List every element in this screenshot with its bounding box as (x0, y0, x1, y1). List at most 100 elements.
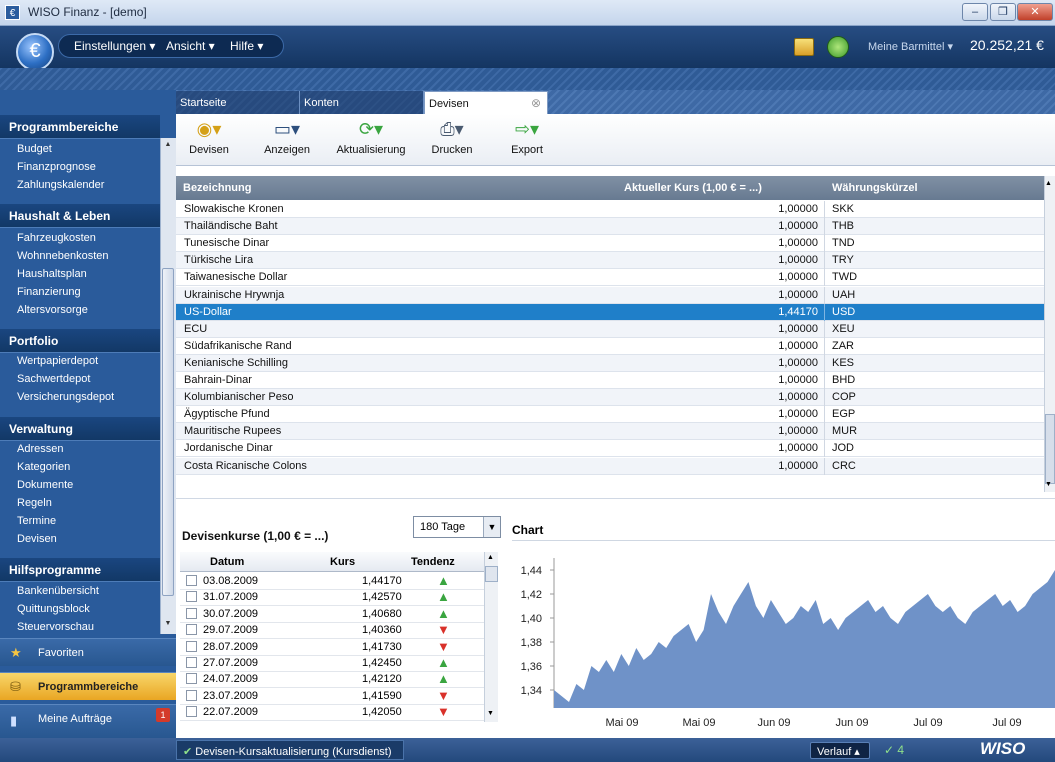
scroll-down-icon[interactable]: ▼ (162, 620, 174, 627)
minimize-button[interactable]: – (962, 3, 988, 21)
grid-row[interactable]: US-Dollar 1,44170 USD (176, 303, 1044, 321)
nav-meine-auftraege[interactable]: ▮ Meine Aufträge (0, 704, 176, 738)
sidebar-item-wohnnebenkosten[interactable]: Wohnnebenkosten (17, 250, 109, 262)
app-logo-icon[interactable]: € (16, 33, 54, 71)
sidebar-item-budget[interactable]: Budget (17, 143, 52, 155)
scroll-up-icon[interactable]: ▲ (162, 141, 174, 148)
history-row[interactable]: 23.07.2009 1,41590 ▼ (180, 689, 484, 705)
grid-scroll-down-icon[interactable]: ▼ (1045, 481, 1052, 488)
history-scroll-thumb[interactable] (485, 566, 498, 582)
grid-row[interactable]: Costa Ricanische Colons 1,00000 CRC (176, 457, 1044, 475)
barmittel-dropdown[interactable]: Meine Barmittel ▾ (868, 40, 953, 53)
row-checkbox[interactable] (186, 673, 197, 685)
grid-row[interactable]: Tunesische Dinar 1,00000 TND (176, 235, 1044, 253)
grid-row[interactable]: Bahrain-Dinar 1,00000 BHD (176, 372, 1044, 389)
wallet-icon[interactable] (794, 38, 814, 56)
history-row[interactable]: 27.07.2009 1,42450 ▲ (180, 656, 484, 672)
history-scroll-down-icon[interactable]: ▼ (487, 710, 494, 717)
sidebar-item-dokumente[interactable]: Dokumente (17, 479, 73, 491)
sidebar-item-steuervorschau[interactable]: Steuervorschau (17, 621, 94, 633)
grid-row[interactable]: Slowakische Kronen 1,00000 SKK (176, 201, 1044, 218)
menu-hilfe[interactable]: Hilfe ▾ (230, 39, 263, 53)
row-checkbox[interactable] (186, 640, 197, 652)
row-checkbox[interactable] (186, 657, 197, 668)
sidebar-item-quittungsblock[interactable]: Quittungsblock (17, 603, 90, 615)
sidebar-item-sachwertdepot[interactable]: Sachwertdepot (17, 373, 90, 385)
sidebar-item-adressen[interactable]: Adressen (17, 443, 63, 455)
nav-programmbereiche[interactable]: ⛁ Programmbereiche (0, 672, 176, 700)
row-checkbox[interactable] (186, 607, 197, 619)
sidebar-head-haushalt[interactable]: Haushalt & Leben (0, 204, 160, 228)
row-checkbox[interactable] (186, 689, 197, 701)
grid-row[interactable]: Kenianische Schilling 1,00000 KES (176, 354, 1044, 372)
sidebar-item-bankenuebersicht[interactable]: Bankenübersicht (17, 585, 99, 597)
row-checkbox[interactable] (186, 624, 197, 636)
restore-button[interactable]: ❐ (990, 3, 1016, 21)
grid-row[interactable]: Kolumbianischer Peso 1,00000 COP (176, 389, 1044, 407)
grid-row[interactable]: Mauritische Rupees 1,00000 MUR (176, 423, 1044, 441)
col-bezeichnung[interactable]: Bezeichnung (183, 182, 251, 194)
verlauf-button[interactable]: Verlauf ▴ (810, 742, 870, 759)
sidebar-item-haushaltsplan[interactable]: Haushaltsplan (17, 268, 87, 280)
grid-row[interactable]: Thailändische Baht 1,00000 THB (176, 218, 1044, 236)
devisen-button[interactable]: ◉▾ Devisen (186, 116, 232, 162)
row-checkbox[interactable] (186, 591, 197, 603)
grid-scroll-up-icon[interactable]: ▲ (1045, 180, 1052, 187)
grid-row[interactable]: Türkische Lira 1,00000 TRY (176, 252, 1044, 270)
grid-row[interactable]: ECU 1,00000 XEU (176, 320, 1044, 338)
tab-close-icon[interactable]: ⊗ (531, 96, 541, 110)
history-row[interactable]: 24.07.2009 1,42120 ▲ (180, 672, 484, 689)
col-kuerzel[interactable]: Währungskürzel (832, 182, 918, 194)
sidebar-item-regeln[interactable]: Regeln (17, 497, 52, 509)
sidebar-item-wertpapierdepot[interactable]: Wertpapierdepot (17, 355, 98, 367)
nav-favoriten[interactable]: ★ Favoriten (0, 638, 176, 666)
history-col-tendenz[interactable]: Tendenz (411, 556, 455, 568)
anzeigen-button[interactable]: ▭▾ Anzeigen (260, 116, 314, 162)
history-row[interactable]: 28.07.2009 1,41730 ▼ (180, 640, 484, 656)
sidebar-item-kategorien[interactable]: Kategorien (17, 461, 70, 473)
sidebar-head-hilfsprogramme[interactable]: Hilfsprogramme (0, 558, 160, 582)
grid-row[interactable]: Südafrikanische Rand 1,00000 ZAR (176, 337, 1044, 355)
sidebar-item-finanzierung[interactable]: Finanzierung (17, 286, 81, 298)
sidebar-item-altersvorsorge[interactable]: Altersvorsorge (17, 304, 88, 316)
currency-name: Türkische Lira (184, 254, 254, 267)
aktualisierung-button[interactable]: ⟳▾ Aktualisierung (333, 116, 409, 162)
drucken-button[interactable]: ⎙▾ Drucken (428, 116, 476, 162)
grid-row[interactable]: Jordanische Dinar 1,00000 JOD (176, 440, 1044, 458)
sidebar-item-zahlungskalender[interactable]: Zahlungskalender (17, 179, 104, 191)
chevron-down-icon[interactable]: ▼ (483, 517, 500, 537)
sidebar-scroll-thumb[interactable] (162, 268, 174, 596)
sidebar-item-termine[interactable]: Termine (17, 515, 56, 527)
export-button[interactable]: ⇨▾ Export (505, 116, 549, 162)
history-row[interactable]: 30.07.2009 1,40680 ▲ (180, 607, 484, 623)
sidebar-head-programmbereiche[interactable]: Programmbereiche (0, 115, 160, 139)
history-row[interactable]: 29.07.2009 1,40360 ▼ (180, 623, 484, 640)
history-col-kurs[interactable]: Kurs (330, 556, 355, 568)
row-checkbox[interactable] (186, 706, 197, 718)
history-row[interactable]: 22.07.2009 1,42050 ▼ (180, 705, 484, 722)
sidebar-item-versicherungsdepot[interactable]: Versicherungsdepot (17, 391, 114, 403)
sidebar-head-verwaltung[interactable]: Verwaltung (0, 417, 160, 441)
sidebar-item-devisen[interactable]: Devisen (17, 533, 57, 545)
col-kurs[interactable]: Aktueller Kurs (1,00 € = ...) (624, 182, 762, 194)
sidebar-item-fahrzeugkosten[interactable]: Fahrzeugkosten (17, 232, 96, 244)
menu-einstellungen[interactable]: Einstellungen ▾ (74, 39, 155, 53)
close-window-button[interactable]: ✕ (1017, 3, 1053, 21)
grid-row[interactable]: Taiwanesische Dollar 1,00000 TWD (176, 269, 1044, 287)
tab-konten[interactable]: Konten (300, 91, 424, 114)
history-scroll-up-icon[interactable]: ▲ (487, 554, 494, 561)
history-col-datum[interactable]: Datum (210, 556, 244, 568)
grid-row[interactable]: Ägyptische Pfund 1,00000 EGP (176, 406, 1044, 424)
grid-row[interactable]: Ukrainische Hrywnja 1,00000 UAH (176, 286, 1044, 304)
tab-startseite[interactable]: Startseite (176, 91, 300, 114)
sidebar-head-portfolio[interactable]: Portfolio (0, 329, 160, 353)
history-row[interactable]: 31.07.2009 1,42570 ▲ (180, 590, 484, 607)
menu-ansicht[interactable]: Ansicht ▾ (166, 39, 215, 53)
globe-icon[interactable] (827, 36, 849, 58)
grid-scroll-thumb[interactable] (1045, 414, 1055, 484)
tab-devisen[interactable]: Devisen ⊗ (424, 91, 548, 115)
history-row[interactable]: 03.08.2009 1,44170 ▲ (180, 574, 484, 590)
currency-rate: 1,00000 (778, 203, 818, 215)
sidebar-item-finanzprognose[interactable]: Finanzprognose (17, 161, 96, 173)
row-checkbox[interactable] (186, 575, 197, 586)
